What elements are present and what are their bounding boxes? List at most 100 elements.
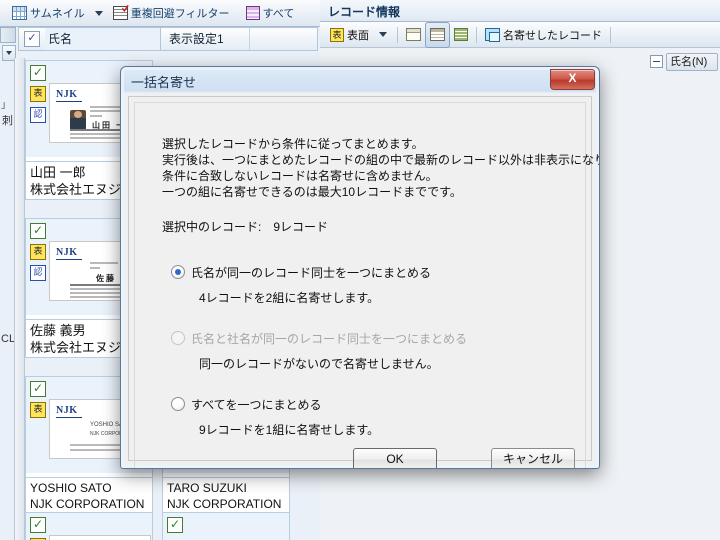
card-line: [90, 106, 120, 108]
left-collapse-button[interactable]: [0, 27, 16, 43]
radio-sub-name-match: 4レコードを2組に名寄せします。: [199, 291, 380, 305]
column-header-name[interactable]: 氏名: [45, 28, 161, 50]
card-lines-icon: [430, 28, 445, 41]
radio-label: 氏名が同一のレコード同士を一つにまとめる: [191, 266, 432, 280]
thumbnail-company: NJK CORPORATION: [30, 497, 145, 511]
merged-records-button[interactable]: 名寄せしたレコード: [481, 23, 606, 47]
radio-icon[interactable]: [171, 265, 185, 279]
radio-label: 氏名と社名が同一のレコード同士を一つにまとめる: [191, 332, 468, 346]
verified-icon: 認: [30, 265, 46, 281]
card-line: [90, 110, 124, 112]
njk-logo: NJK: [56, 247, 78, 258]
left-edge-mark: 」: [1, 100, 11, 111]
dup-filter-button[interactable]: 重複回避フィルター: [109, 1, 234, 25]
dialog-body: 選択したレコードから条件に従ってまとめます。 実行後は、一つにまとめたレコードの…: [128, 96, 599, 468]
verified-icon: 認: [30, 107, 46, 123]
left-edge-label-1: 刺: [2, 115, 13, 127]
list-view-button[interactable]: [450, 23, 472, 47]
check-icon[interactable]: ✓: [30, 223, 46, 239]
divider: [476, 26, 477, 43]
list-item[interactable]: ✓ 表 NJK: [25, 512, 153, 540]
dialog-description: 選択したレコードから条件に従ってまとめます。 実行後は、一つにまとめたレコードの…: [162, 137, 600, 199]
radio-sub-name-company-match: 同一のレコードがないので名寄せしません。: [199, 357, 439, 371]
thumbnail-badges: ✓: [167, 517, 183, 533]
thumbnail-badges: ✓ 表 認: [30, 65, 46, 123]
collapse-icon[interactable]: [650, 55, 663, 68]
logo-rule: [56, 259, 82, 260]
stack-icon: [245, 6, 260, 20]
list-item[interactable]: ✓: [162, 512, 290, 540]
front-side-icon: 表: [30, 244, 46, 260]
show-all-label: すべて: [262, 8, 295, 20]
check-icon[interactable]: ✓: [167, 517, 183, 533]
card-detail-view-button[interactable]: [425, 21, 450, 48]
ok-button[interactable]: OK: [353, 448, 437, 468]
field-label: 氏名(N): [666, 52, 718, 71]
face-view-label: 表面: [347, 29, 369, 42]
merged-records-label: 名寄せしたレコード: [503, 29, 602, 42]
thumbnail-badges: ✓ 表: [30, 381, 46, 418]
show-all-button[interactable]: すべて: [242, 1, 299, 25]
card-icon: [406, 28, 421, 41]
thumbnail-view-label: サムネイル: [30, 8, 85, 20]
thumbnail-badges: ✓ 表: [30, 517, 46, 540]
njk-logo: NJK: [56, 405, 78, 416]
face-view-button[interactable]: 表 表面: [326, 23, 373, 47]
chevron-down-icon[interactable]: [94, 10, 103, 16]
selected-count-label: 選択中のレコード: 9レコード: [162, 220, 329, 234]
cancel-button[interactable]: キャンセル: [491, 448, 575, 468]
radio-label: すべてを一つにまとめる: [191, 398, 322, 412]
front-side-icon: 表: [30, 86, 46, 102]
select-all-checkbox[interactable]: ✓: [24, 31, 40, 47]
card-line: [90, 267, 100, 269]
view-setting-label[interactable]: 表示設定1: [161, 28, 250, 50]
filter-icon: [112, 6, 128, 20]
thumbnail-caption: TARO SUZUKI NJK CORPORATION: [163, 477, 289, 515]
thumbnail-company: NJK CORPORATION: [167, 497, 282, 511]
bulk-merge-dialog: 一括名寄せ X 選択したレコードから条件に従ってまとめます。 実行後は、一つにま…: [120, 66, 600, 469]
check-icon[interactable]: ✓: [30, 517, 46, 533]
radio-sub-merge-all: 9レコードを1組に名寄せします。: [199, 423, 380, 437]
radio-option-name-company-match[interactable]: 氏名と社名が同一のレコード同士を一つにまとめる: [171, 330, 467, 347]
thumbnail-view-button[interactable]: サムネイル: [8, 1, 89, 25]
left-toolbar: サムネイル 重複回避フィルター すべて: [0, 0, 320, 27]
portrait-photo: [70, 110, 86, 130]
divider: [610, 26, 611, 43]
business-card-thumbnail: NJK: [49, 535, 151, 540]
radio-option-name-match[interactable]: 氏名が同一のレコード同士を一つにまとめる: [171, 264, 431, 281]
chevron-down-icon[interactable]: [379, 32, 387, 37]
front-side-icon: 表: [330, 27, 344, 42]
grid-icon: [12, 6, 27, 20]
screen: サムネイル 重複回避フィルター すべて ✓ 氏名 表示設定1 刺 」 CL ✓ …: [0, 0, 720, 540]
list-scrollbar[interactable]: [14, 58, 25, 540]
logo-rule: [56, 101, 82, 102]
record-toolbar: 表 表面 名寄せしたレコード: [320, 21, 720, 48]
thumbnail-caption: YOSHIO SATO NJK CORPORATION: [26, 477, 152, 515]
dialog-title: 一括名寄せ: [131, 75, 197, 90]
field-row-name: 氏名(N) 大阪 花子: [650, 52, 720, 71]
divider: [397, 26, 398, 43]
left-edge-label-2: CL: [1, 333, 16, 345]
list-icon: [454, 28, 468, 41]
dup-filter-label: 重複回避フィルター: [130, 8, 230, 20]
close-icon[interactable]: X: [550, 69, 595, 90]
logo-rule: [56, 417, 82, 418]
chevron-down-icon: [6, 51, 12, 55]
check-icon[interactable]: ✓: [30, 65, 46, 81]
njk-logo: NJK: [56, 89, 78, 100]
radio-option-merge-all[interactable]: すべてを一つにまとめる: [171, 396, 321, 413]
front-side-icon: 表: [30, 402, 46, 418]
card-line: [90, 115, 102, 117]
thumbnail-badges: ✓ 表 認: [30, 223, 46, 281]
record-info-title: レコード情報: [320, 0, 720, 22]
thumbnail-name: YOSHIO SATO: [30, 481, 112, 495]
card-blank-view-button[interactable]: [402, 23, 425, 47]
card-line: [70, 296, 120, 298]
thumbnail-name: TARO SUZUKI: [167, 481, 247, 495]
list-header-row: ✓ 氏名 表示設定1: [18, 27, 318, 51]
copy-stack-icon: [485, 28, 500, 42]
check-icon[interactable]: ✓: [30, 381, 46, 397]
radio-icon[interactable]: [171, 397, 185, 411]
card-line: [90, 262, 118, 264]
radio-icon[interactable]: [171, 331, 185, 345]
